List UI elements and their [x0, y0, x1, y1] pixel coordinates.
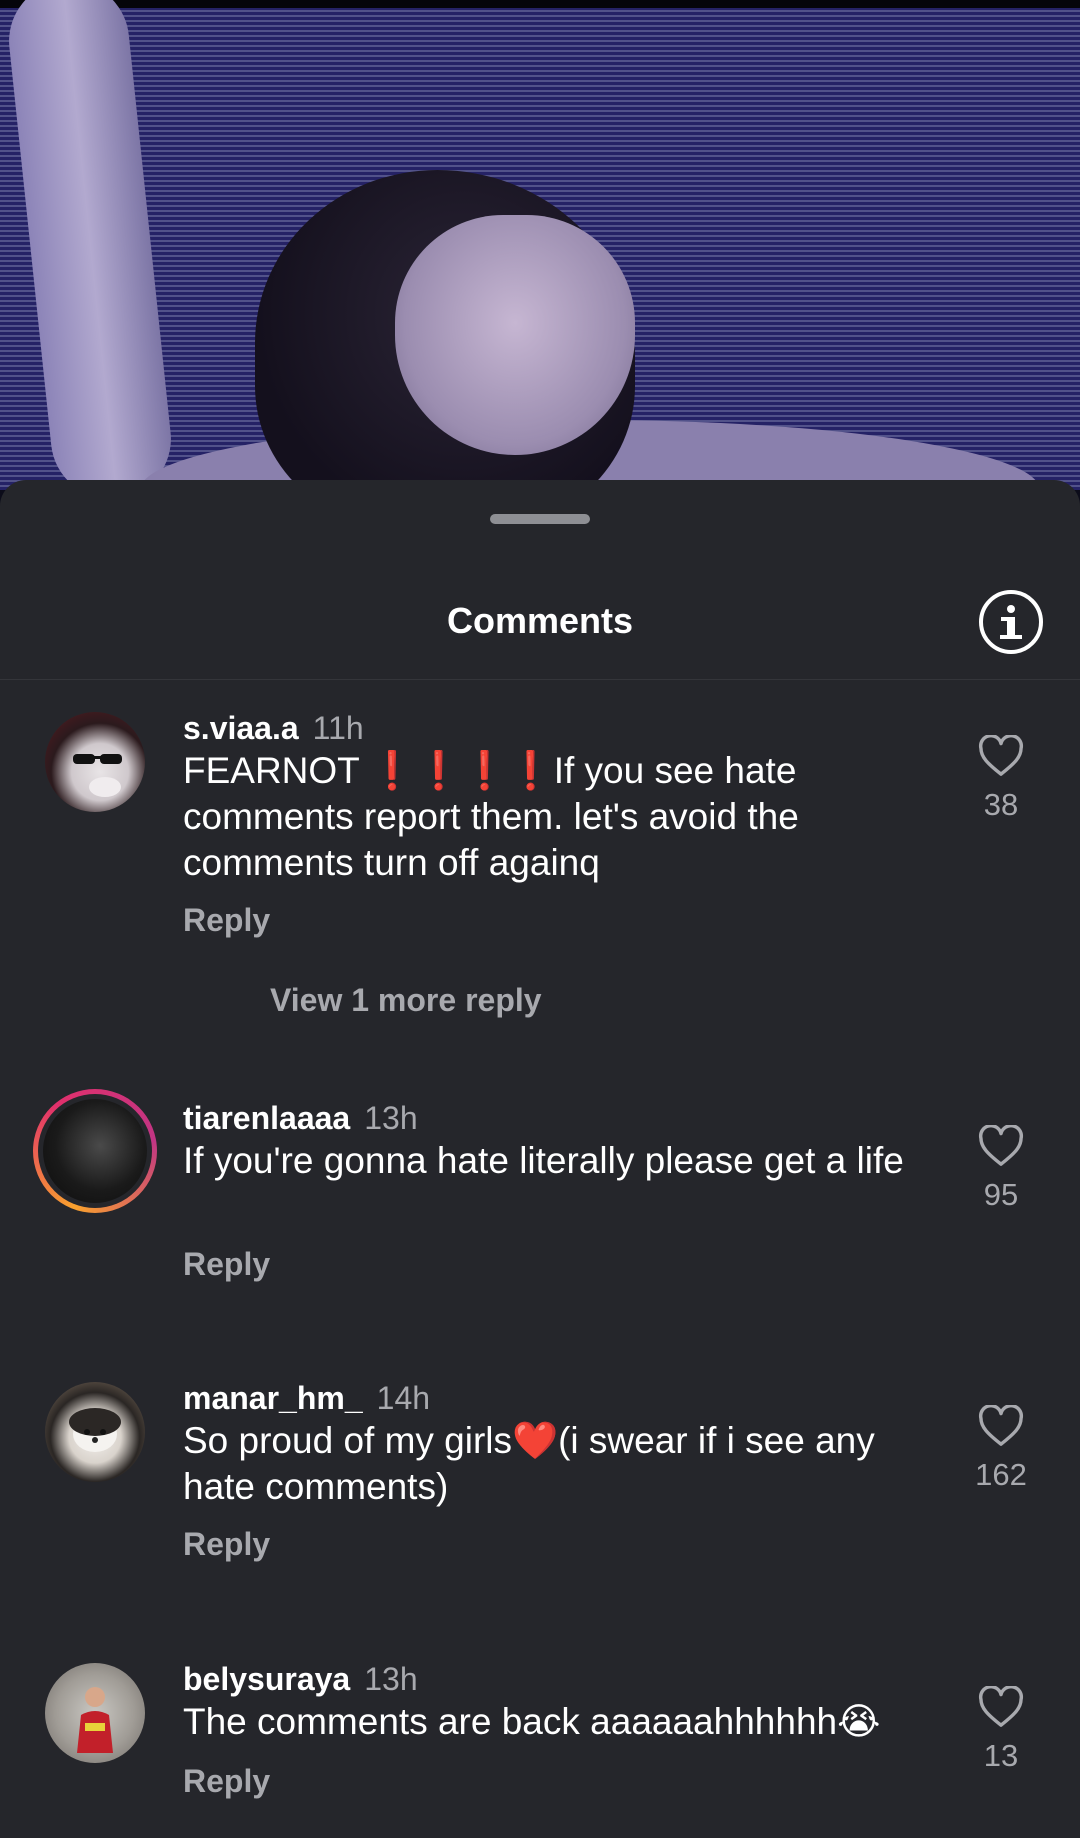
- sheet-drag-handle[interactable]: [490, 514, 590, 524]
- heart-icon[interactable]: [978, 735, 1024, 777]
- video-background: [0, 0, 1080, 490]
- comment-time: 11h: [312, 710, 364, 746]
- like-control: 13: [940, 1686, 1062, 1774]
- comment-time: 14h: [376, 1380, 431, 1416]
- comment-username[interactable]: belysuraya: [183, 1661, 350, 1697]
- reply-button[interactable]: Reply: [183, 1526, 270, 1563]
- like-control: 95: [940, 1125, 1062, 1213]
- view-more-replies[interactable]: View 1 more reply: [270, 982, 542, 1019]
- reply-button[interactable]: Reply: [183, 902, 270, 939]
- reply-button[interactable]: Reply: [183, 1763, 270, 1800]
- video-frame-face: [395, 215, 635, 455]
- heart-icon[interactable]: [978, 1125, 1024, 1167]
- comment-text-start: FEARNOT: [183, 750, 370, 791]
- like-count: 13: [983, 1738, 1019, 1773]
- comment-text: If you're gonna hate literally please ge…: [183, 1140, 904, 1181]
- comments-header: Comments: [0, 560, 1080, 680]
- comment-time: 13h: [364, 1100, 418, 1136]
- comment-username[interactable]: s.viaa.a: [183, 710, 299, 746]
- heart-icon[interactable]: [978, 1686, 1024, 1728]
- comment-text: So proud of my girls❤️(i swear if i see …: [183, 1420, 875, 1507]
- avatar[interactable]: [45, 1382, 145, 1482]
- comments-title: Comments: [446, 600, 634, 641]
- comment-meta: belysuraya 13h: [183, 1661, 418, 1698]
- comment-text: The comments are back aaaaaahhhhhh😭: [183, 1701, 881, 1742]
- avatar[interactable]: [45, 712, 145, 812]
- comments-sheet: Comments s.viaa.a 11h FEARNOT ❗❗❗❗If you …: [0, 480, 1080, 1838]
- comment-username[interactable]: tiarenlaaaa: [183, 1100, 350, 1136]
- info-icon[interactable]: [979, 590, 1043, 654]
- avatar: [43, 1099, 147, 1203]
- avatar[interactable]: [45, 1663, 145, 1763]
- reply-button[interactable]: Reply: [183, 1246, 270, 1283]
- comment-time: 13h: [364, 1661, 418, 1697]
- exclamation-emoji: ❗❗❗❗: [369, 750, 554, 791]
- like-control: 162: [940, 1405, 1062, 1493]
- comment-meta: tiarenlaaaa 13h: [183, 1100, 418, 1137]
- like-count: 95: [983, 1177, 1019, 1212]
- video-frame-arm: [3, 0, 177, 490]
- status-bar-strip: [0, 0, 1080, 8]
- avatar-story-ring[interactable]: [33, 1089, 157, 1213]
- like-count: 38: [983, 787, 1019, 822]
- comment-text: FEARNOT ❗❗❗❗If you see hate comments rep…: [183, 748, 943, 886]
- like-control: 38: [940, 735, 1062, 823]
- heart-icon[interactable]: [978, 1405, 1024, 1447]
- comment-meta: s.viaa.a 11h: [183, 710, 364, 747]
- comment-meta: manar_hm_ 14h: [183, 1380, 430, 1417]
- like-count: 162: [975, 1457, 1027, 1492]
- comment-username[interactable]: manar_hm_: [183, 1380, 363, 1416]
